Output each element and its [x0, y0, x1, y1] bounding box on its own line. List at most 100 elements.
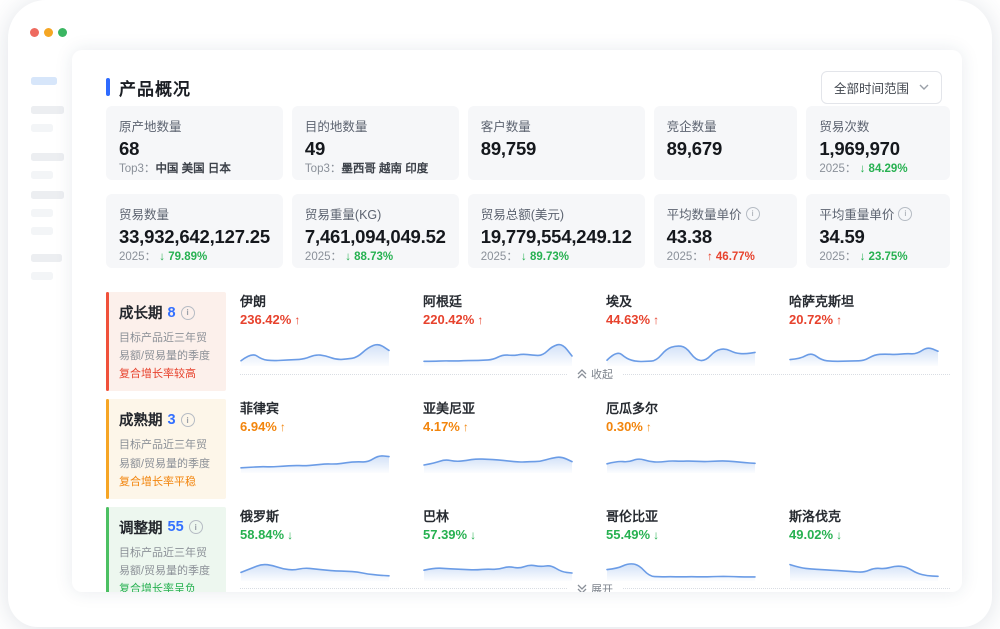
- stat-card: 客户数量89,759: [468, 106, 645, 180]
- country-cell[interactable]: 哥伦比亚55.49%↓: [606, 509, 767, 581]
- stat-card: 平均重量单价i34.592025： ↓ 23.75%: [806, 194, 950, 268]
- up-arrow-icon: ↑: [646, 420, 652, 434]
- expand-double-chevron-icon: [577, 584, 587, 592]
- stage-section-growth: 成长期 8i目标产品近三年贸易额/贸易量的季度复合增长率较高伊朗236.42%↑…: [106, 292, 950, 391]
- up-arrow-icon: ↑: [707, 251, 713, 263]
- country-name: 哈萨克斯坦: [789, 294, 950, 310]
- stage-accent-bar: [106, 399, 109, 498]
- traffic-light-close[interactable]: [30, 28, 39, 37]
- country-cell[interactable]: 亚美尼亚4.17%↑: [423, 401, 584, 473]
- trend-sparkline: [789, 330, 939, 366]
- stat-top3: Top3：中国 美国 日本: [119, 160, 270, 177]
- stat-card: 竞企数量89,679: [654, 106, 798, 180]
- country-growth-rate: 58.84%↓: [240, 527, 401, 543]
- stage-section-adjust: 调整期 55i目标产品近三年贸易额/贸易量的季度复合增长率呈负俄罗斯58.84%…: [106, 507, 950, 592]
- stats-grid: 原产地数量68Top3：中国 美国 日本目的地数量49Top3：墨西哥 越南 印…: [106, 106, 950, 268]
- trend-sparkline: [606, 437, 756, 473]
- dotted-divider: [240, 588, 567, 589]
- country-name: 斯洛伐克: [789, 509, 950, 525]
- stage-description: 目标产品近三年贸易额/贸易量的季度复合增长率呈负: [119, 544, 216, 592]
- stat-label: 目的地数量: [305, 116, 446, 135]
- country-name: 厄瓜多尔: [606, 401, 767, 417]
- sidebar-skeleton-item[interactable]: [31, 153, 64, 161]
- stat-value: 34.59: [819, 226, 937, 248]
- stat-value: 1,969,970: [819, 138, 937, 160]
- main-panel: 产品概况 全部时间范围 原产地数量68Top3：中国 美国 日本目的地数量49T…: [72, 50, 962, 592]
- app-window: 产品概况 全部时间范围 原产地数量68Top3：中国 美国 日本目的地数量49T…: [8, 0, 992, 627]
- dotted-divider: [623, 588, 950, 589]
- sidebar-skeleton-item[interactable]: [31, 227, 53, 235]
- stat-value: 89,679: [667, 138, 785, 160]
- down-arrow-icon: ↓: [345, 251, 351, 263]
- trend-sparkline: [423, 330, 573, 366]
- country-name: 亚美尼亚: [423, 401, 584, 417]
- down-arrow-icon: ↓: [287, 528, 293, 542]
- sidebar-skeleton-item[interactable]: [31, 254, 62, 262]
- stat-value: 7,461,094,049.52: [305, 226, 446, 248]
- country-cell[interactable]: 俄罗斯 58.84%↓: [240, 509, 401, 581]
- time-range-select[interactable]: 全部时间范围: [821, 71, 942, 104]
- sidebar-skeleton-item[interactable]: [31, 106, 64, 114]
- up-arrow-icon: ↑: [836, 313, 842, 327]
- expand-link[interactable]: 展开: [567, 581, 623, 592]
- country-name: 伊朗: [240, 294, 401, 310]
- stat-value: 19,779,554,249.12: [481, 226, 632, 248]
- country-name: 巴林: [423, 509, 584, 525]
- country-cell[interactable]: 阿根廷220.42%↑: [423, 294, 584, 366]
- country-growth-rate: 55.49%↓: [606, 527, 767, 543]
- country-cell[interactable]: 菲律宾6.94%↑: [240, 401, 401, 473]
- stat-card: 贸易总额(美元)19,779,554,249.122025： ↓ 89.73%: [468, 194, 645, 268]
- stage-accent-bar: [106, 292, 109, 391]
- stat-label: 原产地数量: [119, 116, 270, 135]
- traffic-light-zoom[interactable]: [58, 28, 67, 37]
- country-cell[interactable]: 伊朗 236.42%↑: [240, 294, 401, 366]
- stage-sections: 成长期 8i目标产品近三年贸易额/贸易量的季度复合增长率较高伊朗236.42%↑…: [106, 292, 950, 592]
- sidebar-skeleton-item[interactable]: [31, 124, 53, 132]
- country-name: 菲律宾: [240, 401, 401, 417]
- sidebar-skeleton-item[interactable]: [31, 191, 64, 199]
- collapse-link[interactable]: 收起: [567, 366, 623, 382]
- country-name: 俄罗斯: [240, 509, 401, 525]
- trend-sparkline: [240, 545, 390, 581]
- sidebar-skeleton-item[interactable]: [31, 209, 53, 217]
- stat-card: 目的地数量49Top3：墨西哥 越南 印度: [292, 106, 459, 180]
- country-cell[interactable]: 斯洛伐克49.02%↓: [789, 509, 950, 581]
- info-icon: i: [898, 207, 912, 221]
- country-cell[interactable]: 厄瓜多尔0.30%↑: [606, 401, 767, 473]
- stage-description: 目标产品近三年贸易额/贸易量的季度复合增长率平稳: [119, 436, 216, 490]
- trend-sparkline: [240, 330, 390, 366]
- country-cell[interactable]: 巴林57.39%↓: [423, 509, 584, 581]
- stat-yoy: 2025： ↓ 23.75%: [819, 248, 937, 265]
- country-cell[interactable]: 埃及44.63%↑: [606, 294, 767, 366]
- stat-card: 贸易次数1,969,9702025： ↓ 84.29%: [806, 106, 950, 180]
- page-title: 产品概况: [119, 75, 191, 100]
- country-growth-rate: 44.63%↑: [606, 312, 767, 328]
- stage-content: 菲律宾6.94%↑ 亚美尼亚4.17%↑ 厄瓜多尔0.30%↑: [226, 399, 950, 498]
- stat-value: 43.38: [667, 226, 785, 248]
- stat-yoy: 2025： ↓ 84.29%: [819, 160, 937, 177]
- stat-yoy: 2025： ↓ 88.73%: [305, 248, 446, 265]
- up-arrow-icon: ↑: [294, 313, 300, 327]
- sidebar-item-active[interactable]: [31, 77, 57, 85]
- stat-value: 33,932,642,127.25: [119, 226, 270, 248]
- stage-title: 成熟期: [119, 409, 163, 430]
- stat-label: 客户数量: [481, 116, 632, 135]
- stat-card: 原产地数量68Top3：中国 美国 日本: [106, 106, 283, 180]
- sidebar-skeleton-item[interactable]: [31, 272, 53, 280]
- time-range-value: 全部时间范围: [834, 78, 909, 97]
- traffic-light-minimize[interactable]: [44, 28, 53, 37]
- stat-label: 贸易数量: [119, 204, 270, 223]
- chevron-down-icon: [919, 84, 929, 90]
- sidebar-skeleton-item[interactable]: [31, 171, 53, 179]
- dotted-divider: [623, 374, 950, 375]
- stat-top3: Top3：墨西哥 越南 印度: [305, 160, 446, 177]
- down-arrow-icon: ↓: [159, 251, 165, 263]
- stat-label: 平均数量单价i: [667, 204, 785, 223]
- stage-title: 成长期: [119, 302, 163, 323]
- country-cell[interactable]: 哈萨克斯坦20.72%↑: [789, 294, 950, 366]
- stage-section-mature: 成熟期 3i目标产品近三年贸易额/贸易量的季度复合增长率平稳菲律宾6.94%↑亚…: [106, 399, 950, 498]
- stat-card: 平均数量单价i43.382025： ↑ 46.77%: [654, 194, 798, 268]
- window-controls: [30, 28, 67, 37]
- up-arrow-icon: ↑: [477, 313, 483, 327]
- country-growth-rate: 236.42%↑: [240, 312, 401, 328]
